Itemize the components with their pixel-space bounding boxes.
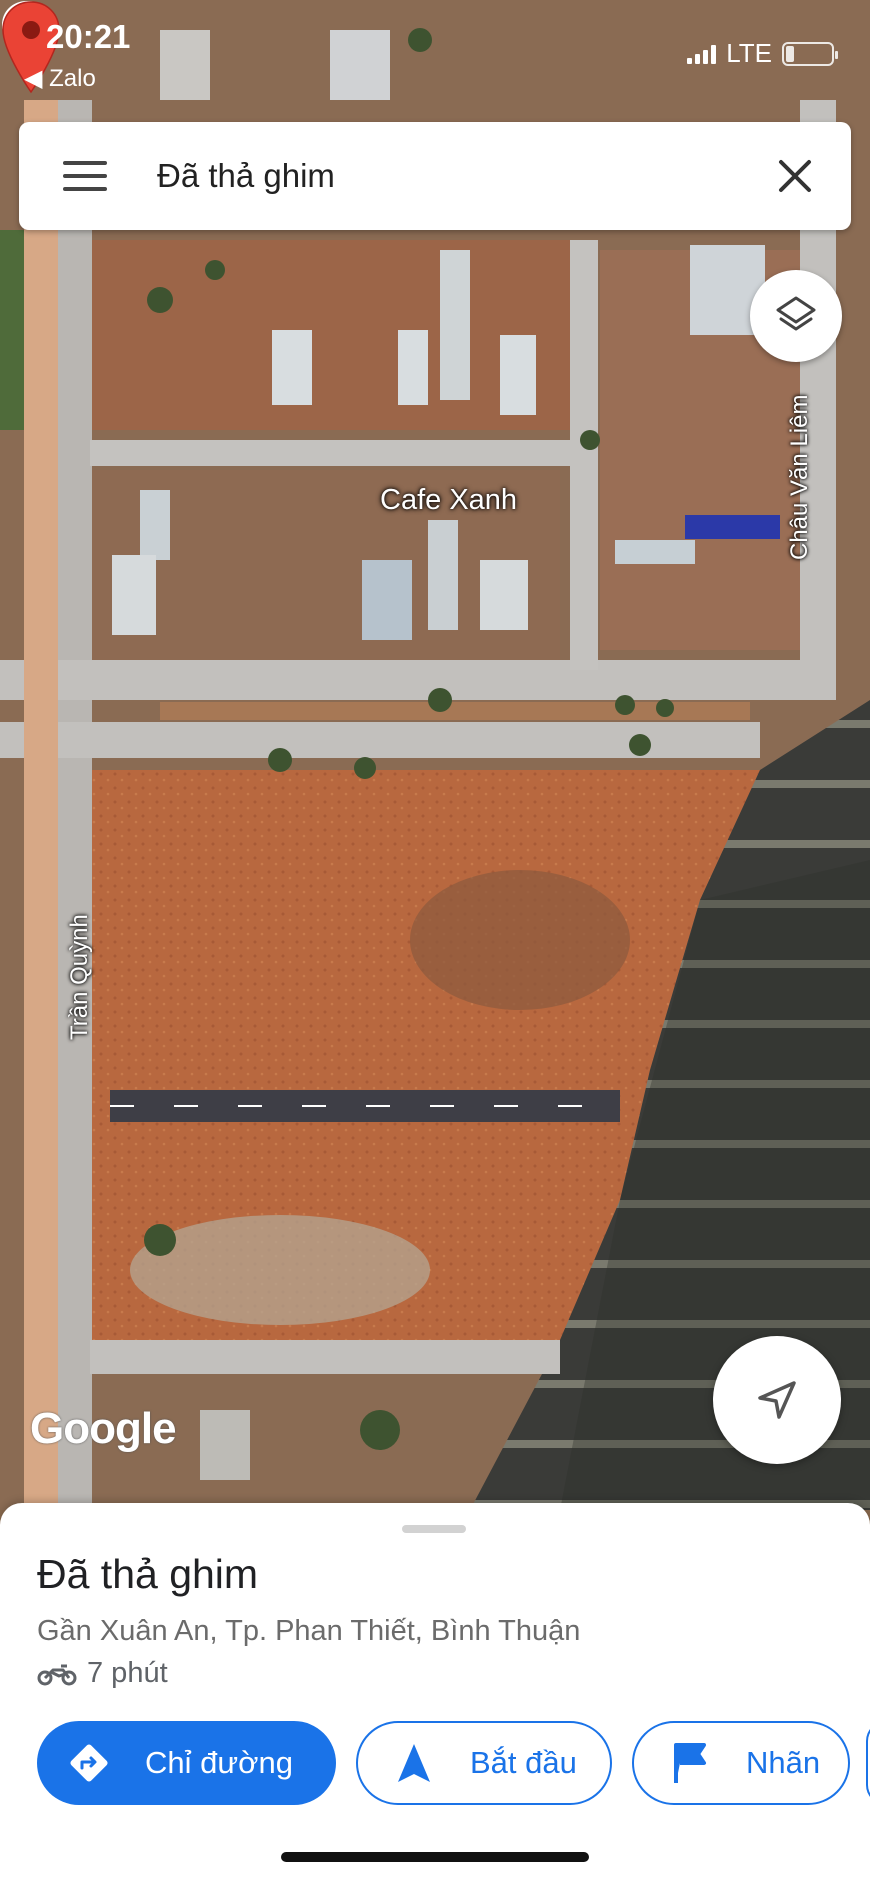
place-title: Đã thả ghim (37, 1551, 259, 1597)
search-query[interactable]: Đã thả ghim (157, 157, 765, 195)
my-location-button[interactable] (713, 1336, 841, 1464)
signal-icon (687, 44, 717, 64)
poi-label-cafe[interactable]: Cafe Xanh (380, 484, 517, 517)
google-logo: Google (30, 1404, 177, 1453)
menu-icon[interactable] (63, 161, 107, 191)
directions-icon (67, 1741, 111, 1785)
layers-icon (776, 296, 816, 331)
network-type: LTE (726, 38, 772, 68)
street-label-right: Châu Văn Liêm (786, 394, 813, 560)
navigation-arrow-icon (758, 1381, 796, 1419)
travel-time: 7 phút (87, 1657, 168, 1689)
more-actions-button-partial[interactable] (866, 1721, 870, 1805)
action-buttons: Chỉ đường Bắt đầu Nhãn (37, 1721, 850, 1805)
motorbike-icon (37, 1664, 77, 1685)
start-button[interactable]: Bắt đầu (356, 1721, 612, 1805)
navigation-start-icon (392, 1741, 436, 1785)
directions-button[interactable]: Chỉ đường (37, 1721, 336, 1805)
travel-info: 7 phút (37, 1657, 168, 1690)
back-to-app-link[interactable]: ◀ Zalo (24, 64, 96, 93)
home-indicator[interactable] (281, 1852, 589, 1862)
label-label: Nhãn (746, 1745, 821, 1780)
search-bar[interactable]: Đã thả ghim (19, 122, 851, 230)
street-label-left: Trần Quỳnh (66, 914, 93, 1040)
directions-label: Chỉ đường (145, 1745, 293, 1780)
battery-icon (782, 41, 838, 66)
place-address: Gần Xuân An, Tp. Phan Thiết, Bình Thuận (37, 1615, 581, 1647)
flag-icon (668, 1741, 712, 1785)
close-icon[interactable] (765, 146, 825, 206)
place-bottom-sheet[interactable]: Đã thả ghim Gần Xuân An, Tp. Phan Thiết,… (0, 1503, 870, 1884)
layers-button[interactable] (750, 270, 842, 362)
sheet-grabber[interactable] (402, 1525, 466, 1533)
status-time: 20:21 (46, 18, 131, 55)
start-label: Bắt đầu (470, 1745, 577, 1780)
status-indicators: LTE (687, 38, 838, 69)
label-button[interactable]: Nhãn (632, 1721, 850, 1805)
